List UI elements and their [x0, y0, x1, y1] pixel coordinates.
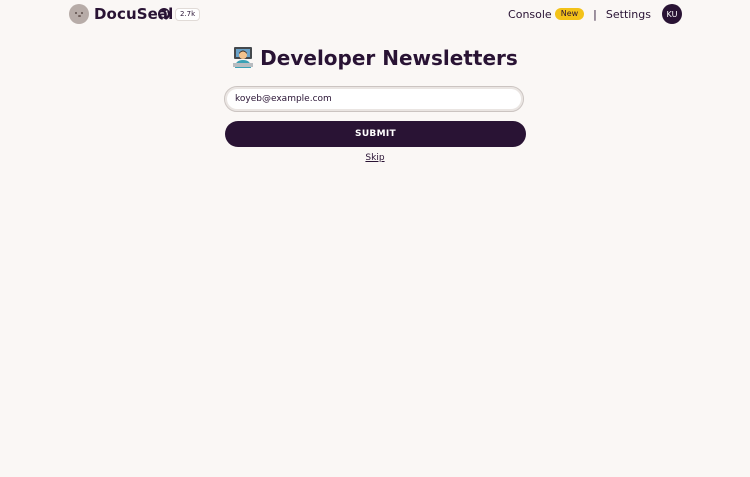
new-badge: New: [554, 8, 585, 20]
console-label: Console: [508, 7, 552, 21]
email-input[interactable]: [224, 86, 524, 112]
skip-link[interactable]: Skip: [365, 153, 384, 163]
docuseal-logo-icon: [69, 4, 89, 24]
technologist-icon: [233, 47, 254, 68]
submit-button[interactable]: SUBMIT: [225, 121, 526, 147]
page-title-text: Developer Newsletters: [260, 46, 518, 70]
settings-link[interactable]: Settings: [606, 8, 651, 21]
github-icon: [158, 8, 170, 20]
page-title: Developer Newsletters: [0, 46, 750, 70]
github-stars-link[interactable]: 2.7k: [158, 7, 201, 21]
github-star-count: 2.7k: [175, 7, 201, 21]
avatar[interactable]: KU: [662, 4, 682, 24]
skip-container: Skip: [0, 153, 750, 163]
nav-divider: |: [593, 7, 597, 21]
console-link[interactable]: Console New: [508, 7, 585, 21]
navbar: DocuSeal 2.7k Console New | Settings KU: [0, 0, 750, 30]
nav-right: Console New | Settings KU: [508, 4, 682, 24]
